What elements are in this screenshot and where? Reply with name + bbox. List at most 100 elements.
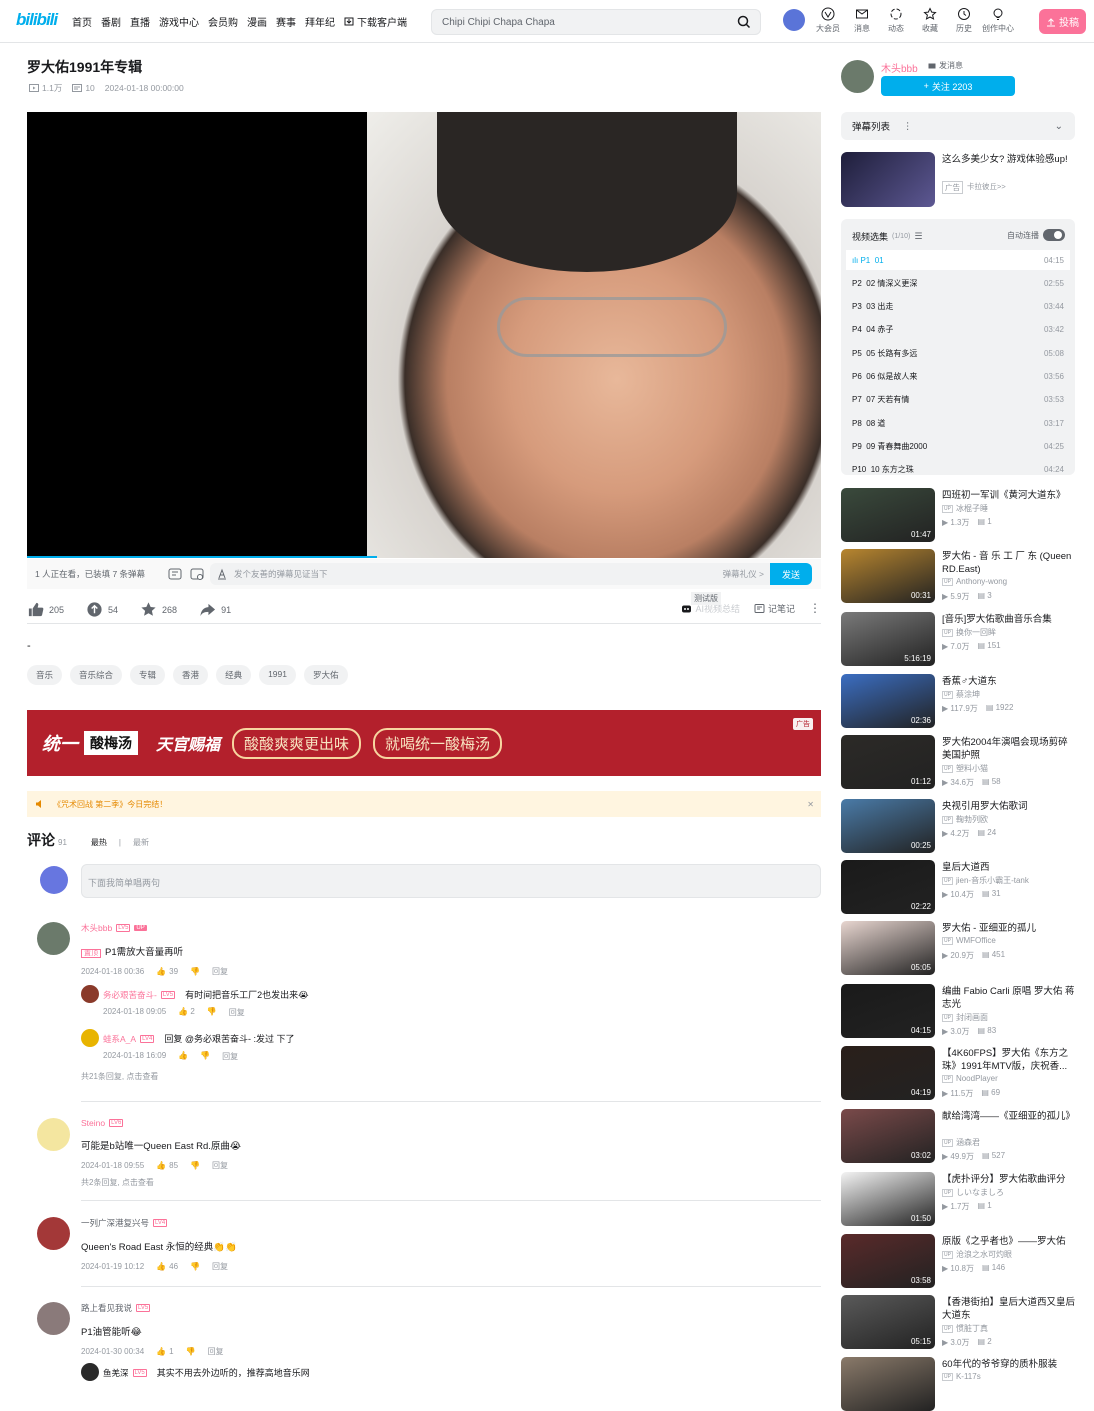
sidebar-ad[interactable]: 这么多美少女? 游戏体验感up! 广告 卡拉彼丘>> [841, 152, 1075, 207]
dislike-button[interactable]: 👎 [186, 1347, 196, 1356]
video-title[interactable]: 编曲 Fabio Carli 原唱 罗大佑 蒋志光 [942, 985, 1075, 1011]
episode-item[interactable]: P5 05 长路有多远 05:08 [846, 343, 1070, 363]
nav-mall[interactable]: 会员购 [208, 14, 238, 29]
video-title[interactable]: 香蕉♂大道东 [942, 675, 1075, 688]
view-more-replies[interactable]: 共2条回复, 点击查看 [81, 1177, 821, 1188]
video-author[interactable]: UP 封闭画面 [942, 1012, 988, 1023]
video-thumbnail[interactable]: 05:15 [841, 1295, 935, 1349]
avatar[interactable] [37, 1302, 70, 1335]
video-thumbnail[interactable]: 03:58 [841, 1234, 935, 1288]
video-title[interactable]: 罗大佑 - 音 乐 工 厂 东 (Queen RD.East) [942, 550, 1075, 576]
video-author[interactable]: UP 涵森君 [942, 1137, 980, 1148]
video-author[interactable]: UP 冰棍子睡 [942, 503, 988, 514]
follow-button[interactable]: + 关注 2203 [881, 76, 1015, 96]
video-title[interactable]: 皇后大道西 [942, 861, 1075, 874]
episode-item[interactable]: P7 07 天若有情 03:53 [846, 390, 1070, 410]
search-icon[interactable] [736, 14, 752, 30]
tag[interactable]: 音乐 [27, 665, 63, 685]
nav-match[interactable]: 赛事 [276, 14, 296, 29]
autoplay-toggle[interactable]: 自动连播 [1007, 229, 1065, 241]
nav-bangumi[interactable]: 番剧 [101, 14, 121, 29]
tag[interactable]: 香港 [173, 665, 209, 685]
reply-button[interactable]: 回复 [222, 1051, 238, 1062]
video-author[interactable]: UP K-117s [942, 1372, 981, 1381]
comment-input[interactable]: 下面我简单唱两句 [81, 864, 821, 898]
comment-user[interactable]: 一列广深港复兴号 LV4 [81, 1217, 821, 1229]
avatar[interactable] [37, 922, 70, 955]
recommended-video[interactable]: 02:22 皇后大道西 UP jien-音乐小霸王-tank ▶ 10.4万 ▤ 31 [841, 860, 1075, 914]
like-button[interactable]: 👍 2 [178, 1007, 195, 1018]
episode-item[interactable]: P6 06 似是故人来 03:56 [846, 367, 1070, 387]
sort-hot-tab[interactable]: 最热 [91, 837, 107, 848]
video-thumbnail[interactable]: 05:05 [841, 921, 935, 975]
reply-button[interactable]: 回复 [212, 1261, 228, 1272]
like-button[interactable]: 👍 46 [156, 1262, 178, 1271]
bilibili-logo[interactable]: bilibili [16, 10, 58, 32]
video-author[interactable]: UP 沧浪之水可灼眼 [942, 1249, 1012, 1260]
avatar[interactable] [81, 985, 99, 1003]
more-options-icon[interactable]: ⋮ [809, 601, 821, 615]
video-player[interactable] [27, 112, 821, 558]
episode-item[interactable]: P3 03 出走 03:44 [846, 297, 1070, 317]
video-author[interactable]: UP 鞠勃列欧 [942, 814, 988, 825]
reply-button[interactable]: 回复 [229, 1007, 245, 1018]
close-icon[interactable]: ✕ [807, 800, 814, 809]
avatar[interactable] [37, 1217, 70, 1250]
banner-ad[interactable]: 统一 酸梅汤 天官赐福 酸酸爽爽更出味 就喝统一酸梅汤 广告 [27, 710, 821, 776]
recommended-video[interactable]: 00:25 央视引用罗大佑歌词 UP 鞠勃列欧 ▶ 4.2万 ▤ 24 [841, 799, 1075, 853]
video-title[interactable]: [音乐]罗大佑歌曲音乐合集 [942, 613, 1075, 626]
video-thumbnail[interactable] [841, 1357, 935, 1411]
video-title[interactable]: 四班初一军训《黄河大道东》 [942, 489, 1075, 502]
uploader-avatar[interactable] [841, 60, 874, 93]
creator-center-button[interactable]: 创作中心 [981, 7, 1015, 34]
tag[interactable]: 罗大佑 [304, 665, 348, 685]
recommended-video[interactable]: 03:02 献给湾湾——《亚细亚的孤儿》 UP 涵森君 ▶ 49.9万 ▤ 527 [841, 1109, 1075, 1163]
episode-item[interactable]: P10 10 东方之珠 04:24 [846, 460, 1070, 475]
episode-item[interactable]: ılı P1 01 04:15 [846, 250, 1070, 270]
dislike-button[interactable]: 👎 [207, 1007, 217, 1018]
video-author[interactable]: UP しいなましろ [942, 1187, 1004, 1198]
avatar[interactable] [81, 1363, 99, 1381]
recommended-video[interactable]: 05:15 【香港街拍】皇后大道西又皇后大道东 UP 惯脏丁真 ▶ 3.0万 ▤ 2 [841, 1295, 1075, 1349]
view-more-replies[interactable]: 共21条回复, 点击查看 [81, 1071, 821, 1082]
recommended-video[interactable]: 5:16:19 [音乐]罗大佑歌曲音乐合集 UP 换你一回眸 ▶ 7.0万 ▤ 151 [841, 612, 1075, 666]
video-author[interactable]: UP 蔡涂坤 [942, 689, 980, 700]
danmaku-input[interactable]: 发个友善的弹幕见证当下 弹幕礼仪 > [210, 563, 770, 585]
recommended-video[interactable]: 60年代的爷爷穿的质朴服装 UP K-117s [841, 1357, 1075, 1411]
message-button[interactable]: 消息 [845, 7, 879, 34]
reply-button[interactable]: 回复 [212, 1160, 228, 1171]
comment-user[interactable]: 路上看见我说 LV5 [81, 1302, 821, 1314]
danmaku-toggle-icon[interactable] [167, 566, 183, 582]
video-title[interactable]: 【香港街拍】皇后大道西又皇后大道东 [942, 1296, 1075, 1322]
video-title[interactable]: 罗大佑 - 亚细亚的孤儿 [942, 922, 1075, 935]
recommended-video[interactable]: 04:15 编曲 Fabio Carli 原唱 罗大佑 蒋志光 UP 封闭画面 ▶ 3.… [841, 984, 1075, 1038]
recommended-video[interactable]: 04:19 【4K60FPS】罗大佑《东方之珠》1991年MTV版，庆祝香... U… [841, 1046, 1075, 1100]
sort-new-tab[interactable]: 最新 [133, 837, 149, 848]
video-title[interactable]: 央视引用罗大佑歌词 [942, 800, 1075, 813]
video-title[interactable]: 【虎扑评分】罗大佑歌曲评分 [942, 1173, 1075, 1186]
episode-item[interactable]: P9 09 青春舞曲2000 04:25 [846, 436, 1070, 456]
dislike-button[interactable]: 👎 [200, 1051, 210, 1062]
reply-button[interactable]: 回复 [208, 1346, 224, 1357]
notice-bar[interactable]: 《咒术回战 第二季》今日完结！ ✕ [27, 791, 821, 817]
video-thumbnail[interactable]: 04:15 [841, 984, 935, 1038]
episode-item[interactable]: P8 08 道 03:17 [846, 413, 1070, 433]
tag[interactable]: 经典 [216, 665, 252, 685]
tag[interactable]: 专辑 [130, 665, 166, 685]
more-options-icon[interactable]: ⋮ [903, 121, 913, 132]
danmaku-list-panel[interactable]: 弹幕列表 ⋮ ⌄ [841, 112, 1075, 140]
video-author[interactable]: UP 惯脏丁真 [942, 1323, 988, 1334]
video-author[interactable]: UP Anthony-wong [942, 577, 1007, 586]
coin-button[interactable]: 54 [86, 601, 118, 618]
take-notes-button[interactable]: 记笔记 [754, 602, 795, 615]
comment-user[interactable]: 木头bbb LV5 UP [81, 922, 821, 934]
video-thumbnail[interactable]: 5:16:19 [841, 612, 935, 666]
like-button[interactable]: 👍 [178, 1051, 188, 1062]
send-message-link[interactable]: 发消息 [928, 60, 963, 71]
video-title[interactable]: 60年代的爷爷穿的质朴服装 [942, 1358, 1075, 1371]
comment-user[interactable]: Steino LV6 [81, 1118, 821, 1128]
avatar[interactable] [81, 1029, 99, 1047]
video-thumbnail[interactable]: 01:47 [841, 488, 935, 542]
nav-home[interactable]: 首页 [72, 14, 92, 29]
video-thumbnail[interactable]: 00:31 [841, 549, 935, 603]
